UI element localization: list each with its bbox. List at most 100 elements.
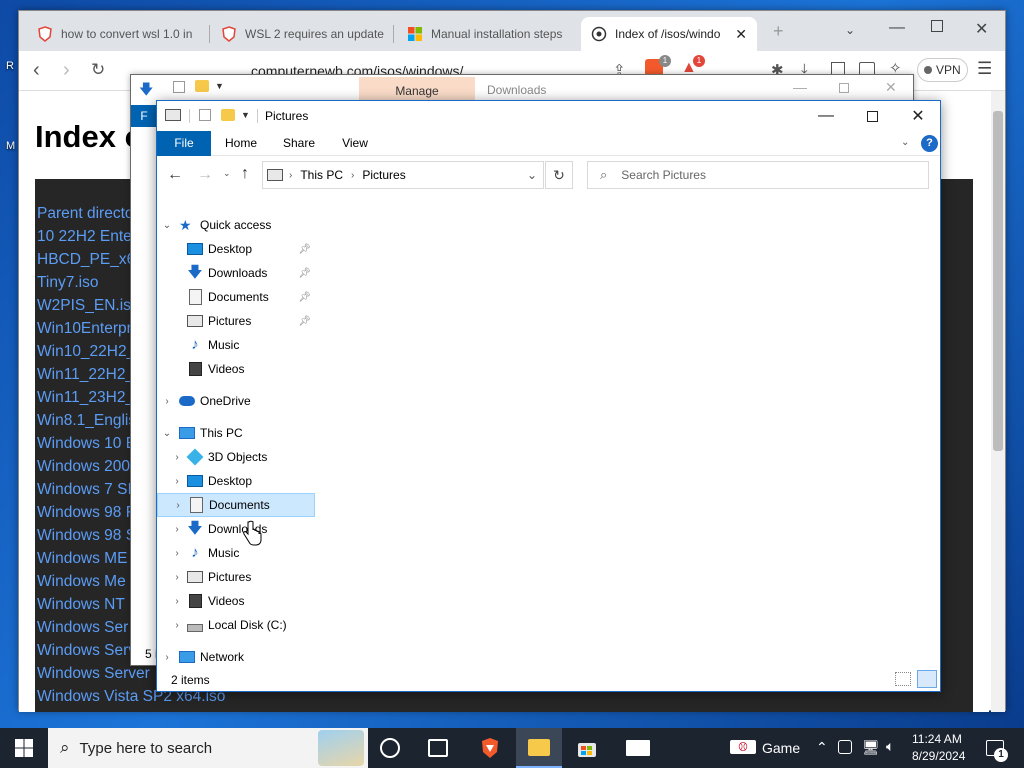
nav-item-videos[interactable]: Videos — [157, 357, 315, 381]
nav-item-downloads[interactable]: 🡇 Downloads 📌︎ — [157, 261, 315, 285]
minimize-icon[interactable]: — — [889, 19, 905, 37]
browser-tab[interactable]: WSL 2 requires an update — [211, 17, 389, 51]
recent-locations-icon[interactable]: ⌄ — [223, 168, 231, 179]
chevron-down-icon[interactable]: ⌄ — [161, 220, 173, 231]
start-button[interactable] — [0, 728, 48, 768]
listing-link[interactable]: Windows Me — [37, 573, 126, 591]
ribbon-file-tab[interactable]: F — [131, 105, 157, 127]
manage-tab[interactable]: Manage — [359, 77, 475, 101]
chevron-right-icon[interactable]: › — [171, 548, 183, 559]
listing-link[interactable]: Windows Serv — [37, 642, 136, 660]
nav-item-3d-objects[interactable]: › 3D Objects — [157, 445, 315, 469]
nav-item-documents-selected[interactable]: › Documents — [157, 493, 315, 517]
details-view-icon[interactable] — [895, 672, 911, 686]
listing-link[interactable]: Windows Server — [37, 665, 150, 683]
nav-item-documents[interactable]: Documents 📌︎ — [157, 285, 315, 309]
chevron-down-icon[interactable]: ▼ — [215, 81, 224, 91]
mlb-logo-icon[interactable]: ⚾︎ — [730, 740, 756, 754]
nav-item-music[interactable]: ♪ Music — [157, 333, 315, 357]
nav-item-desktop[interactable]: › Desktop — [157, 469, 315, 493]
network-status-icon[interactable]: 🖥︎ — [862, 739, 880, 756]
address-dropdown-icon[interactable]: ⌄ — [527, 168, 537, 182]
listing-link[interactable]: Windows 7 SI — [37, 481, 132, 499]
listing-link[interactable]: Windows NT — [37, 596, 125, 614]
chevron-down-icon[interactable]: ⌄ — [845, 23, 855, 37]
breadcrumb-this-pc[interactable]: This PC — [300, 168, 343, 182]
listing-link[interactable]: Parent directo — [37, 205, 134, 223]
chevron-right-icon[interactable]: › — [171, 452, 183, 463]
chevron-right-icon[interactable]: › — [161, 396, 173, 407]
clock-time[interactable]: 11:24 AM — [912, 732, 962, 746]
meet-now-icon[interactable] — [838, 740, 852, 754]
listing-link[interactable]: Win11_22H2_ — [37, 366, 134, 384]
nav-item-pictures[interactable]: › Pictures — [157, 565, 315, 589]
large-icons-view-icon[interactable] — [917, 670, 937, 688]
chevron-right-icon[interactable]: › — [171, 524, 183, 535]
ribbon-file-tab[interactable]: File — [157, 131, 211, 156]
chevron-right-icon[interactable]: › — [172, 500, 184, 511]
nav-item-music[interactable]: › ♪ Music — [157, 541, 315, 565]
mail-icon[interactable] — [626, 740, 650, 756]
pin-icon[interactable]: 📌︎ — [298, 244, 311, 255]
minimize-icon[interactable]: — — [793, 79, 807, 95]
brave-browser-icon[interactable] — [478, 736, 502, 760]
listing-link[interactable]: Tiny7.iso — [37, 274, 98, 292]
up-arrow-icon[interactable]: ↑ — [241, 165, 249, 183]
chevron-down-icon[interactable]: ⌄ — [161, 428, 173, 439]
chevron-right-icon[interactable]: › — [171, 476, 183, 487]
forward-icon[interactable]: › — [63, 59, 70, 82]
scrollbar-thumb[interactable] — [993, 111, 1003, 451]
nav-network[interactable]: › Network — [157, 645, 315, 669]
maximize-button[interactable] — [849, 101, 895, 131]
search-box[interactable]: ⌕ Search Pictures — [587, 161, 929, 189]
new-folder-icon[interactable] — [221, 109, 235, 121]
clock-date[interactable]: 8/29/2024 — [912, 749, 965, 763]
pin-icon[interactable]: 📌︎ — [298, 268, 311, 279]
chevron-down-icon[interactable]: ▼ — [241, 110, 250, 120]
chevron-right-icon[interactable]: › — [161, 652, 173, 663]
vpn-button[interactable]: VPN — [917, 58, 968, 82]
chevron-right-icon[interactable]: › — [171, 572, 183, 583]
properties-icon[interactable] — [199, 109, 211, 121]
widget-game-label[interactable]: Game — [762, 740, 800, 756]
forward-arrow-icon[interactable]: → — [197, 166, 213, 184]
file-content-area[interactable] — [333, 211, 933, 666]
file-explorer-taskbar-button[interactable] — [516, 728, 562, 768]
minimize-button[interactable]: — — [803, 101, 849, 131]
nav-this-pc[interactable]: ⌄ This PC — [157, 421, 315, 445]
browser-tab-active[interactable]: Index of /isos/windo ✕ — [581, 17, 757, 51]
task-view-icon[interactable] — [428, 739, 448, 757]
pin-icon[interactable]: 📌︎ — [298, 292, 311, 303]
maximize-icon[interactable] — [931, 20, 943, 32]
new-tab-icon[interactable]: + — [773, 21, 784, 42]
properties-icon[interactable] — [173, 81, 185, 93]
close-button[interactable]: ✕ — [895, 101, 941, 131]
taskbar-search-box[interactable]: ⌕ Type here to search — [48, 728, 368, 768]
ribbon-home-tab[interactable]: Home — [219, 131, 263, 156]
show-hidden-icons-icon[interactable]: ⌃ — [816, 739, 828, 756]
ribbon-view-tab[interactable]: View — [335, 131, 375, 156]
nav-item-local-disk[interactable]: › Local Disk (C:) — [157, 613, 315, 637]
listing-link[interactable]: Windows 10 E — [37, 435, 136, 453]
nav-onedrive[interactable]: › OneDrive — [157, 389, 315, 413]
ribbon-share-tab[interactable]: Share — [277, 131, 321, 156]
microsoft-store-icon[interactable] — [576, 737, 598, 759]
menu-icon[interactable]: ☰ — [977, 59, 992, 79]
listing-link[interactable]: W2PIS_EN.iso — [37, 297, 140, 315]
listing-link[interactable]: Win10Enterpr — [37, 320, 132, 338]
volume-icon[interactable]: 🔈︎ — [886, 738, 894, 755]
nav-item-downloads[interactable]: › 🡇 Downloads — [157, 517, 315, 541]
breadcrumb-pictures[interactable]: Pictures — [362, 168, 405, 182]
back-arrow-icon[interactable]: ← — [167, 166, 183, 184]
close-window-icon[interactable]: ✕ — [975, 19, 988, 39]
nav-item-videos[interactable]: › Videos — [157, 589, 315, 613]
browser-tab[interactable]: Manual installation steps — [397, 17, 577, 51]
listing-link[interactable]: Windows 200 — [37, 458, 130, 476]
close-tab-icon[interactable]: ✕ — [735, 26, 747, 43]
refresh-button[interactable]: ↻ — [545, 161, 573, 189]
page-scrollbar[interactable] — [991, 91, 1005, 712]
listing-link[interactable]: 10 22H2 Ente — [37, 228, 132, 246]
listing-link[interactable]: Win8.1_Englis — [37, 412, 136, 430]
pin-icon[interactable]: 📌︎ — [298, 316, 311, 327]
close-icon[interactable]: ✕ — [885, 79, 897, 96]
